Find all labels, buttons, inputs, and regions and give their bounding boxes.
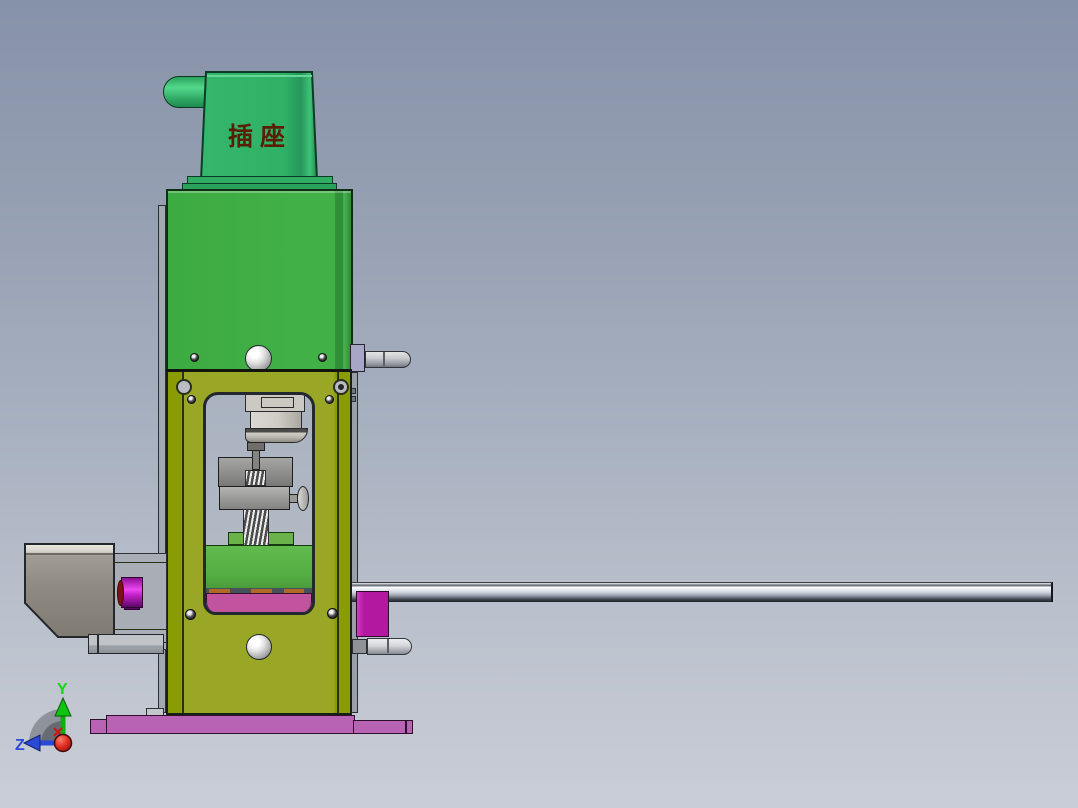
base-end-line [405, 721, 407, 733]
axis-y-label: Y [57, 681, 68, 698]
orientation-triad[interactable]: Y Z [8, 664, 118, 774]
pin-groove [383, 352, 385, 366]
lower-pin-mount [352, 639, 367, 654]
cad-viewport: 插座 Y Z [0, 0, 1078, 808]
frame-ring-hole-right [333, 379, 349, 395]
body-screw-left [190, 353, 199, 362]
lower-die-block[interactable] [219, 486, 290, 510]
slide-block[interactable] [206, 593, 312, 612]
lower-knob-sphere[interactable] [246, 634, 272, 660]
small-spring [245, 470, 266, 486]
side-knob[interactable] [297, 486, 309, 511]
frame-ring-hole-left [176, 379, 192, 395]
frame-screw-tr [325, 395, 334, 404]
upper-knob-sphere[interactable] [245, 345, 272, 372]
base-plate-right[interactable] [353, 720, 413, 734]
frame-edge-line-right [337, 372, 339, 713]
pin-groove [387, 639, 389, 653]
motor-shaft-cap [117, 580, 124, 606]
piston-flange[interactable] [245, 428, 308, 443]
pin-mount-block [350, 344, 365, 372]
base-plate-main[interactable] [106, 715, 355, 734]
frame-screw-bl [185, 609, 196, 620]
body-screw-right [318, 353, 327, 362]
press-pin [252, 450, 260, 470]
frame-screw-tl [187, 395, 196, 404]
ring-hole-center [338, 384, 344, 390]
frame-edge-line-left [182, 372, 184, 713]
frame-window [203, 392, 315, 615]
piston-top[interactable] [245, 395, 305, 412]
guide-rod[interactable] [352, 582, 1053, 602]
feed-block[interactable] [206, 545, 312, 589]
motor-housing[interactable] [24, 543, 116, 639]
axis-z-label: Z [15, 737, 25, 754]
lower-pin[interactable] [367, 638, 412, 655]
ejector-block[interactable] [356, 591, 389, 637]
piston-mid[interactable] [250, 411, 302, 429]
panel-line [114, 629, 166, 630]
panel-line [114, 562, 166, 563]
motor-bracket [88, 634, 164, 654]
hopper-engraved-label: 插座 [227, 122, 292, 151]
origin-sphere[interactable] [53, 733, 73, 753]
upper-pin[interactable] [365, 351, 411, 368]
piston-inset [261, 397, 294, 408]
axis-y-arrow [54, 696, 72, 717]
bracket-cap-line [97, 635, 99, 653]
big-spring [243, 509, 269, 546]
motor-roller[interactable] [121, 577, 143, 608]
frame-screw-br [327, 608, 338, 619]
